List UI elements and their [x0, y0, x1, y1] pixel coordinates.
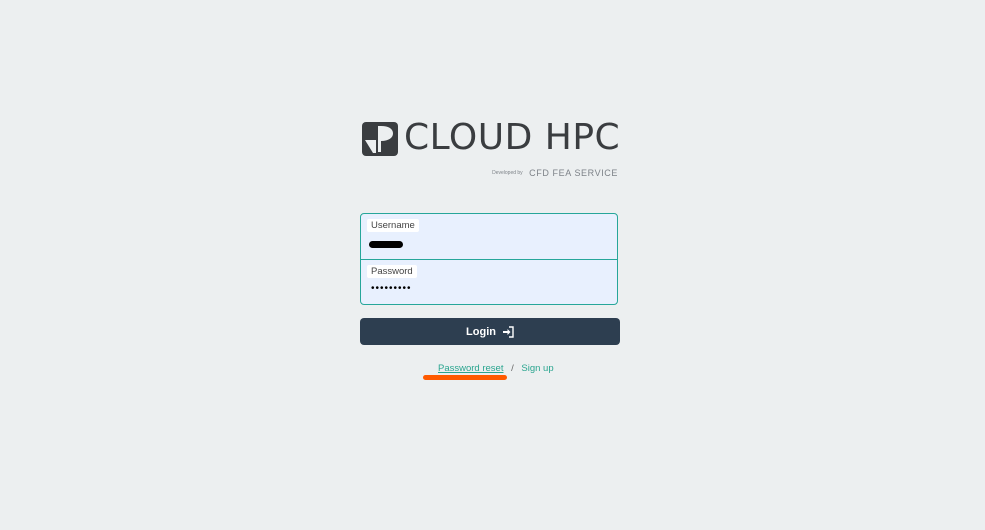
password-value: ••••••••• — [371, 283, 412, 294]
login-button[interactable]: Login — [360, 318, 620, 345]
password-reset-link[interactable]: Password reset — [438, 363, 503, 374]
link-separator: / — [511, 363, 514, 374]
username-field[interactable]: Username — [360, 213, 618, 260]
highlight-underline — [423, 375, 507, 380]
auth-links: Password reset / Sign up — [438, 363, 554, 375]
login-label: Login — [466, 325, 496, 338]
logo-title: CLOUD HPC — [404, 117, 621, 158]
logo: CLOUD HPC Developed by CFD FEA SERVICE — [362, 117, 621, 178]
username-label: Username — [367, 219, 419, 232]
developed-by-text: Developed by — [492, 169, 523, 176]
password-label: Password — [367, 265, 417, 278]
redacted-username-mark — [369, 241, 403, 248]
login-page: CLOUD HPC Developed by CFD FEA SERVICE U… — [0, 0, 985, 530]
password-field[interactable]: Password ••••••••• — [360, 259, 618, 305]
cloud-hpc-logo-icon — [362, 122, 398, 156]
sign-in-icon — [502, 325, 514, 338]
sign-up-link[interactable]: Sign up — [521, 363, 553, 374]
logo-subtitle: Developed by CFD FEA SERVICE — [492, 164, 618, 182]
service-name: CFD FEA SERVICE — [529, 167, 618, 178]
